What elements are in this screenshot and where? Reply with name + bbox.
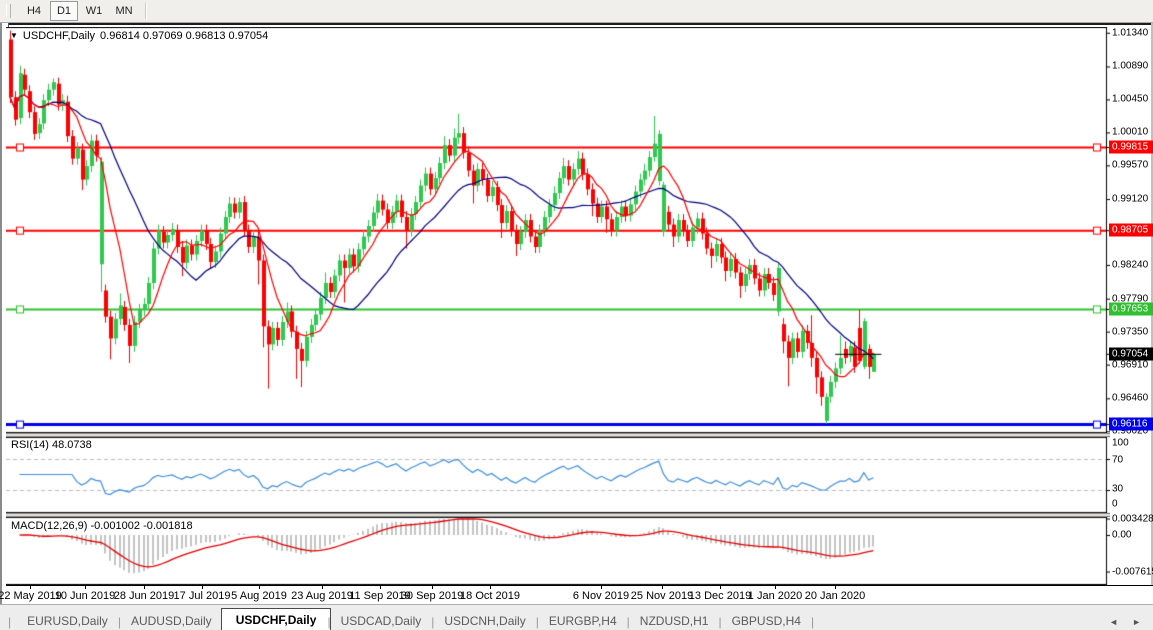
date-axis-label: 6 Nov 2019 [573,590,629,602]
timeframe-button-mn[interactable]: MN [110,1,138,21]
price-axis-label: 1.00890 [1112,61,1148,72]
date-axis-tick [835,586,836,589]
date-axis-label: 13 Dec 2019 [689,590,751,602]
chart-title: ▼ USDCHF,Daily 0.96814 0.97069 0.96813 0… [10,30,268,42]
date-axis-tick [720,586,721,589]
date-axis-tick [322,586,323,589]
rsi-axis-label: 70 [1112,455,1123,466]
toolbar-grip[interactable] [6,4,11,18]
price-axis-label: 1.00450 [1112,94,1148,105]
date-axis-label: 23 Aug 2019 [291,590,353,602]
date-axis-label: 22 May 2019 [0,590,62,602]
price-level-badge: 0.97653 [1109,302,1153,315]
chart-tab-nzdusd[interactable]: NZDUSD,H1 [626,610,723,630]
date-axis-label: 25 Nov 2019 [631,590,693,602]
date-axis-label: 5 Aug 2019 [231,590,287,602]
date-axis-tick [432,586,433,589]
chart-tab-eurgbp[interactable]: EURGBP,H4 [535,610,631,630]
chart-tab-audusd[interactable]: AUDUSD,Daily [117,610,226,630]
date-axis-tick [30,586,31,589]
date-axis-tick [202,586,203,589]
price-level-badge: 0.97054 [1109,347,1153,360]
chart-tab-bar: | EURUSD,Daily|AUDUSD,Daily|USDCHF,Daily… [0,604,1153,630]
rsi-axis-label: 30 [1112,484,1123,495]
chart-tab-eurusd[interactable]: EURUSD,Daily [13,610,122,630]
timeframe-button-h4[interactable]: H4 [20,1,48,21]
macd-axis-label: 0.00 [1112,530,1131,541]
tab-separator: | [811,615,814,630]
timeframe-button-d1[interactable]: D1 [50,1,78,21]
timeframe-button-w1[interactable]: W1 [80,1,108,21]
rsi-label: RSI(14) 48.0738 [11,439,92,451]
price-chart-canvas[interactable] [6,27,1110,585]
price-axis-label: 0.97350 [1112,326,1148,337]
chart-ohlc-values: 0.96814 0.97069 0.96813 0.97054 [100,30,268,42]
date-axis-tick [490,586,491,589]
rsi-panel-splitter[interactable] [6,433,1110,437]
macd-label: MACD(12,26,9) -0.001002 -0.001818 [11,520,193,532]
toolbar-separator [145,3,147,19]
price-axis-label: 0.99120 [1112,194,1148,205]
price-level-badge: 0.98705 [1109,224,1153,237]
date-axis[interactable]: 22 May 201910 Jun 201928 Jun 201917 Jul … [6,585,1153,605]
timeframe-toolbar: H4D1W1MN [0,0,1153,23]
price-level-badge: 0.99815 [1109,141,1153,154]
price-axis-label: 0.96910 [1112,359,1148,370]
date-axis-tick [85,586,86,589]
tab-scroll-left-icon[interactable]: ◄ [1109,617,1118,627]
chart-tab-gbpusd[interactable]: GBPUSD,H4 [718,610,815,630]
terminal-window: H4D1W1MN ▼ USDCHF,Daily 0.96814 0.97069 … [0,0,1153,630]
price-level-badge: 0.96116 [1109,418,1153,431]
macd-axis-label: -0.007615 [1112,566,1153,577]
chart-dropdown-icon[interactable]: ▼ [10,32,18,40]
rsi-axis-label: 0 [1112,499,1118,510]
macd-panel-splitter[interactable] [6,513,1110,517]
date-axis-label: 1 Jan 2020 [748,590,802,602]
date-axis-label: 17 Jul 2019 [174,590,231,602]
tab-scroll-controls: ◄ ► [1109,617,1153,630]
date-axis-tick [775,586,776,589]
chart-symbol-label: USDCHF,Daily [23,30,95,42]
tab-scroll-right-icon[interactable]: ► [1132,617,1141,627]
date-axis-label: 30 Sep 2019 [401,590,463,602]
tabs-container: EURUSD,Daily|AUDUSD,Daily|USDCHF,Daily|U… [13,608,810,630]
price-axis-label: 0.99570 [1112,160,1148,171]
price-axis-label: 1.01340 [1112,27,1148,38]
date-axis-tick [601,586,602,589]
date-axis-tick [144,586,145,589]
chart-tab-usdcnh[interactable]: USDCNH,Daily [430,610,539,630]
rsi-axis-label: 100 [1112,438,1129,449]
date-axis-label: 10 Jun 2019 [55,590,116,602]
date-axis-tick [380,586,381,589]
date-axis-label: 18 Oct 2019 [460,590,520,602]
date-axis-tick [259,586,260,589]
macd-axis-label: 0.003428 [1112,513,1153,524]
chart-tab-usdchf[interactable]: USDCHF,Daily [221,608,332,630]
date-axis-label: 20 Jan 2020 [805,590,866,602]
price-axis-label: 0.96460 [1112,393,1148,404]
price-axis-label: 0.98240 [1112,259,1148,270]
price-axis-label: 1.00010 [1112,127,1148,138]
chart-tab-usdcad[interactable]: USDCAD,Daily [327,610,436,630]
timeframe-buttons: H4D1W1MN [19,1,139,21]
date-axis-label: 28 Jun 2019 [114,590,175,602]
date-axis-tick [662,586,663,589]
tab-separator: | [8,615,11,629]
